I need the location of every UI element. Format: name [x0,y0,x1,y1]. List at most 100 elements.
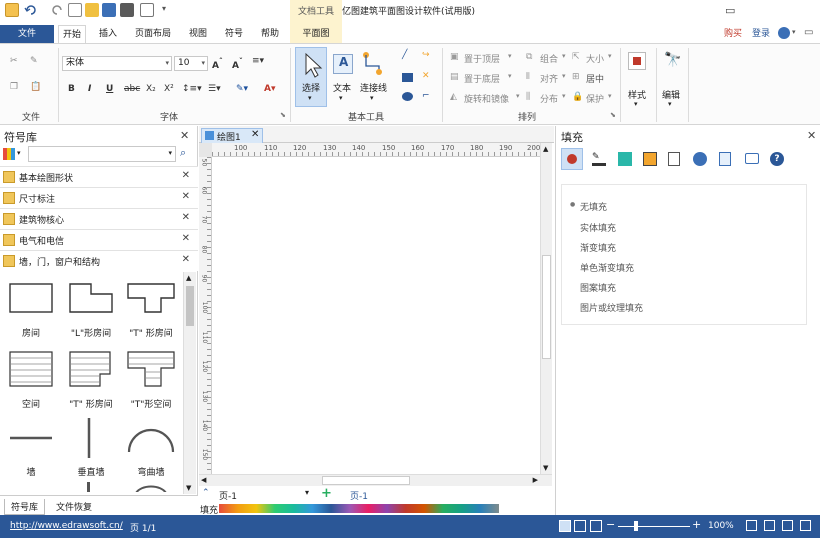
tab-view[interactable]: 视图 [184,25,212,43]
line-tool-icon[interactable]: ╱ [402,50,407,60]
library-menu-icon[interactable] [3,148,15,160]
library-item-walls-doors[interactable]: 墙，门，窗户和结构 ✕ [0,250,198,271]
tab-symbol-library[interactable]: 符号库 [4,499,46,515]
close-icon[interactable]: ✕ [182,212,190,223]
center-button[interactable]: 居中 [586,72,604,85]
close-icon[interactable]: ✕ [182,170,190,181]
format-painter-icon[interactable]: ✎ [30,56,38,66]
normal-view-icon[interactable] [559,520,571,532]
chevron-down-icon[interactable]: ▾ [634,100,638,108]
window-icon[interactable] [800,520,811,531]
drawing-canvas[interactable] [213,158,541,474]
zoom-in-icon[interactable]: + [692,518,701,531]
shape-space[interactable]: 空间 [1,348,61,418]
hyperlink-tab-icon[interactable] [693,152,707,166]
subscript-icon[interactable]: X₂ [146,84,156,94]
shape-l-room[interactable]: "L"形房间 [61,280,121,350]
scroll-thumb[interactable] [542,255,551,359]
shape-curved-wall[interactable]: 弯曲墙 [121,418,181,488]
login-link[interactable]: 登录 [748,25,774,43]
library-item-basic-shapes[interactable]: 基本绘图形状 ✕ [0,166,198,187]
save-icon[interactable] [102,3,116,17]
underline-icon[interactable]: U [106,84,113,94]
fill-option-picture[interactable]: 图片或纹理填充 [580,301,643,314]
new-icon[interactable] [68,3,82,17]
close-icon[interactable]: ✕ [180,129,189,142]
binoculars-icon[interactable]: 🔭 [664,52,681,68]
comment-tab-icon[interactable] [745,153,759,164]
presentation-icon[interactable] [590,520,602,532]
library-item-dimensioning[interactable]: 尺寸标注 ✕ [0,187,198,208]
paste-icon[interactable]: 📋 [30,82,41,92]
highlight-icon[interactable]: ✎▾ [236,84,248,94]
zoom-level[interactable]: 100% [708,521,734,531]
strikethrough-icon[interactable]: abc [124,84,140,94]
shape-t-room-2[interactable]: "T" 形房间 [61,348,121,418]
tab-insert[interactable]: 插入 [94,25,122,43]
close-icon[interactable]: ✕ [182,233,190,244]
text-align-icon[interactable]: ≡▾ [252,56,264,66]
export-icon[interactable] [140,3,154,17]
chevron-down-icon[interactable]: ▾ [668,100,672,108]
scroll-down-icon[interactable]: ▼ [186,484,191,492]
tab-file-recovery[interactable]: 文件恢复 [56,500,92,513]
font-name-select[interactable]: 宋体 ▾ [62,56,172,71]
scroll-thumb[interactable] [322,476,410,485]
chevron-down-icon[interactable]: ▾ [17,149,21,157]
search-icon[interactable]: ⌕ [180,146,186,160]
canvas-horizontal-scrollbar[interactable]: ◀ ▶ [199,474,552,486]
shadow-tab-icon[interactable] [618,152,632,166]
library-item-electrical[interactable]: 电气和电信 ✕ [0,229,198,250]
shape-t-room[interactable]: "T" 形房间 [121,280,181,350]
tab-page-layout[interactable]: 页面布局 [130,25,176,43]
restore-icon[interactable]: ▭ [725,4,735,17]
library-search-input[interactable]: ▾ [28,146,176,162]
close-icon[interactable]: ✕ [182,191,190,202]
font-shrink-icon[interactable]: Aˇ [232,57,243,71]
page-tab-icon[interactable] [668,152,680,166]
shape-room[interactable]: 房间 [1,280,61,350]
redo-icon[interactable] [50,3,64,17]
style-icon[interactable] [628,52,646,70]
print-icon[interactable] [120,3,134,17]
cross-tool-icon[interactable]: ✕ [422,71,430,81]
crop-tool-icon[interactable]: ⌐ [422,91,430,101]
add-page-icon[interactable]: + [321,486,332,501]
tab-start[interactable]: 开始 [58,25,86,43]
fill-option-pattern[interactable]: 图案填充 [580,281,616,294]
document-tab[interactable]: 绘图1 ✕ [201,128,263,143]
line-spacing-icon[interactable]: ↕≡▾ [182,84,202,94]
website-link[interactable]: http://www.edrawsoft.cn/ [10,521,123,531]
fit-width-icon[interactable] [764,520,775,531]
connector-tool-label[interactable]: 连接线 [360,81,387,94]
qat-customize-icon[interactable]: ▾ [162,4,166,13]
text-tool-label[interactable]: 文本 [333,81,351,94]
superscript-icon[interactable]: X² [164,84,174,94]
color-palette[interactable] [219,504,499,513]
scroll-up-icon[interactable]: ▲ [186,274,191,282]
cut-icon[interactable]: ✂ [10,56,18,66]
select-tool-button[interactable]: 选择 ▾ [295,47,327,107]
ellipse-tool-icon[interactable] [402,92,413,101]
full-screen-icon[interactable] [782,520,793,531]
text-tool-icon[interactable]: A [333,54,353,74]
zoom-slider-thumb[interactable] [634,521,638,531]
open-icon[interactable] [85,3,99,17]
shape-vertical-wall[interactable]: 垂直墙 [61,418,121,488]
fit-page-icon[interactable] [746,520,757,531]
chevron-up-icon[interactable]: ⌃ [202,488,210,498]
library-scrollbar[interactable]: ▲ ▼ [183,272,196,494]
shape-wall[interactable]: 墙 [1,418,61,488]
dialog-launcher-icon[interactable]: ⬊ [610,111,616,119]
close-icon[interactable]: ✕ [807,129,816,142]
italic-icon[interactable]: I [88,84,91,94]
chevron-down-icon[interactable]: ▾ [370,94,374,102]
fill-option-gradient[interactable]: 渐变填充 [580,241,616,254]
minimize-ribbon-icon[interactable]: ▭ [804,27,813,38]
zoom-slider[interactable] [618,526,690,527]
tab-floor-plan[interactable]: 平面图 [290,25,342,43]
scroll-left-icon[interactable]: ◀ [201,476,206,484]
fill-option-none[interactable]: 无填充 [580,200,607,213]
canvas-vertical-scrollbar[interactable]: ▲ ▼ [540,143,552,474]
zoom-out-icon[interactable]: − [606,518,615,531]
